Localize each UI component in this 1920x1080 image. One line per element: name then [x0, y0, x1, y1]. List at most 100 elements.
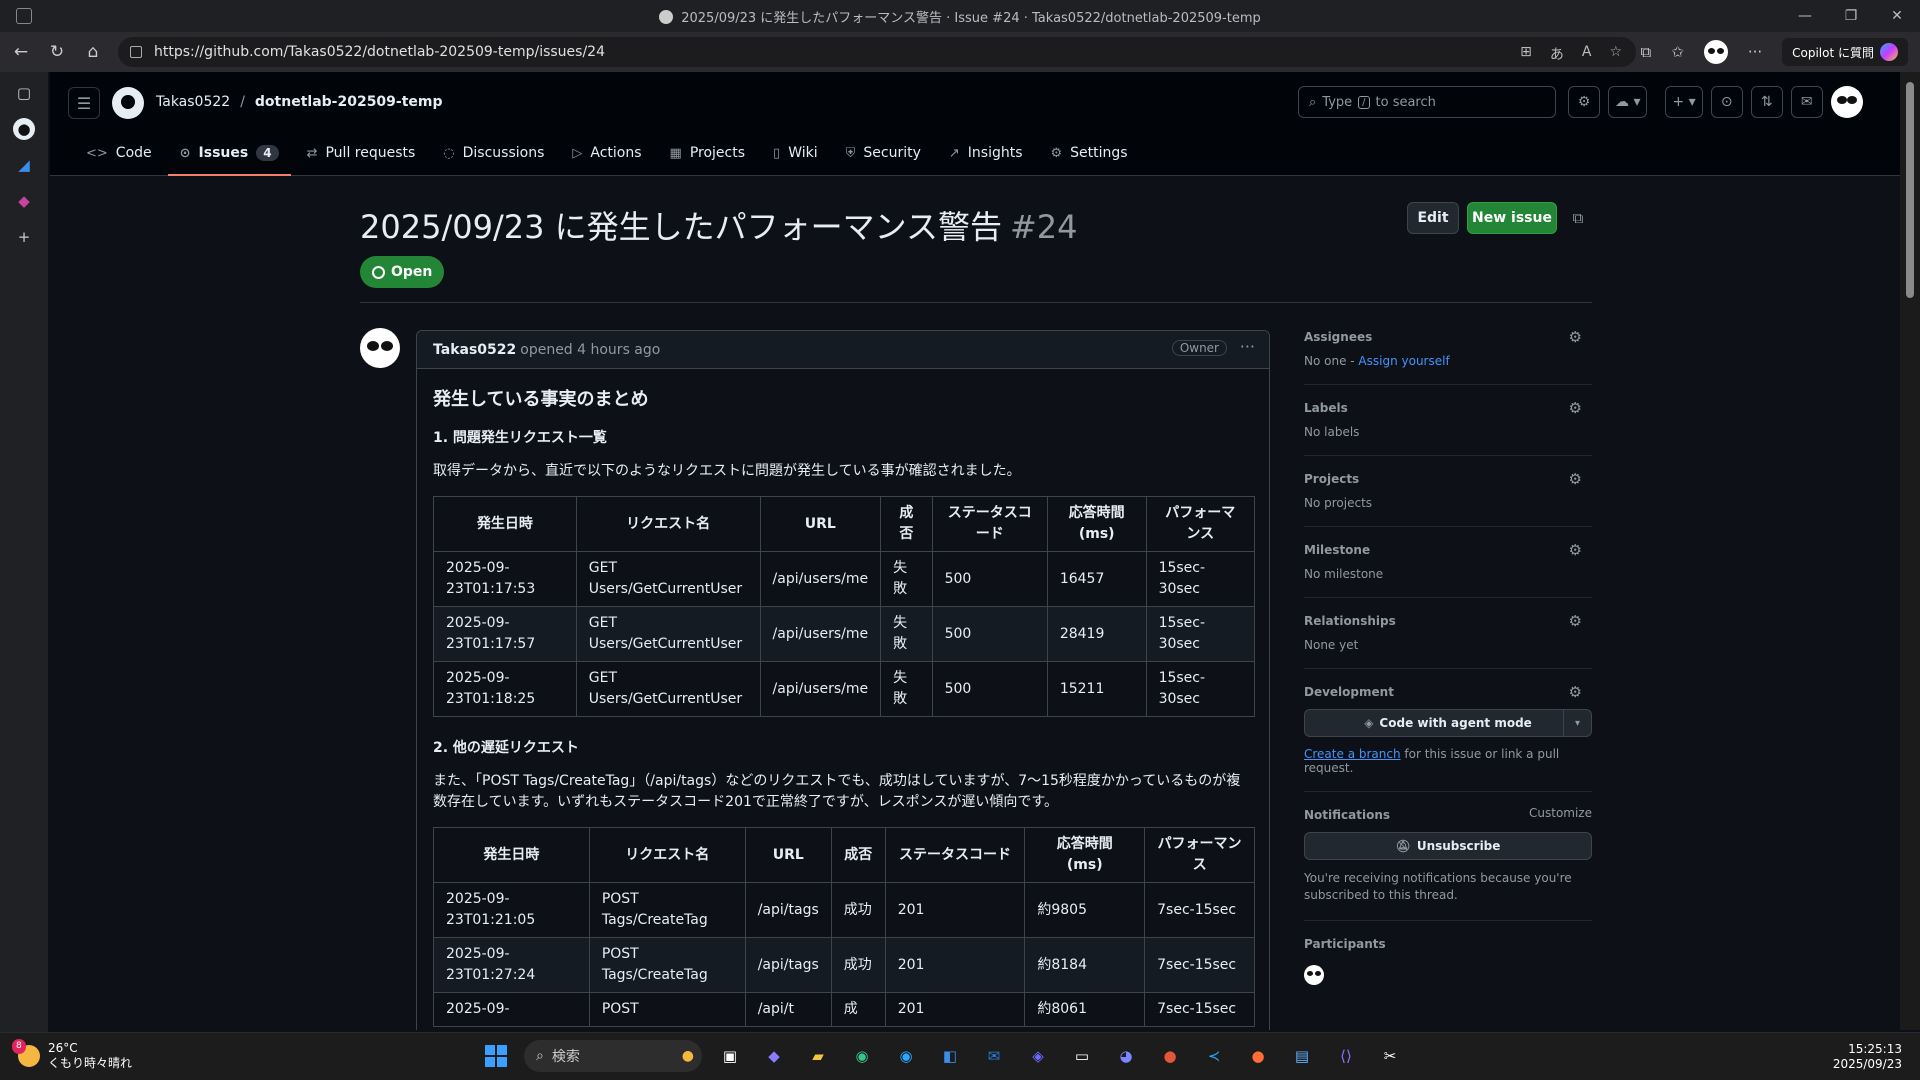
chevron-down-icon[interactable]: ▾ [1563, 710, 1591, 736]
azure-tab-icon[interactable]: ◢ [13, 154, 35, 176]
favorite-star-icon[interactable]: ☆ [1609, 44, 1622, 64]
projects-value: No projects [1304, 496, 1373, 510]
browser-sidebar: ▢ ● ◢ ◆ + [0, 72, 48, 1032]
copilot-icon[interactable]: ⚙ [1568, 86, 1600, 118]
close-button[interactable]: ✕ [1874, 0, 1920, 32]
translate-icon[interactable]: あ [1550, 44, 1564, 64]
tab-pull-requests[interactable]: ⇄ Pull requests [295, 130, 428, 176]
tab-discussions[interactable]: ◌ Discussions [431, 130, 556, 176]
owner-link[interactable]: Takas0522 [156, 94, 230, 110]
restore-button[interactable]: ❐ [1828, 0, 1874, 32]
gear-icon[interactable]: ⚙ [1569, 612, 1582, 630]
file-explorer-icon[interactable]: ▰ [802, 1040, 834, 1072]
terminal-icon[interactable]: ▭ [1066, 1040, 1098, 1072]
tab-label: Insights [967, 145, 1023, 161]
tab-settings[interactable]: ⚙ Settings [1039, 130, 1140, 176]
divider [360, 302, 1592, 303]
participant-avatar[interactable] [1304, 965, 1324, 985]
create-branch-link[interactable]: Create a branch [1304, 747, 1401, 761]
edge-icon[interactable]: ◉ [890, 1040, 922, 1072]
new-issue-button[interactable]: New issue [1467, 202, 1557, 234]
issues-icon[interactable]: ⊙ [1710, 86, 1743, 118]
repo-link[interactable]: dotnetlab-202509-temp [255, 94, 443, 110]
home-button[interactable]: ⌂ [78, 37, 108, 67]
github-logo-icon[interactable] [112, 87, 144, 119]
gear-icon[interactable]: ⚙ [1569, 470, 1582, 488]
system-clock[interactable]: 15:25:13 2025/09/23 [1833, 1042, 1902, 1072]
search-input[interactable]: ⌕ Type / to search [1298, 86, 1556, 118]
profile-avatar[interactable] [1703, 40, 1728, 64]
create-new-icon[interactable]: + ▾ [1665, 86, 1703, 118]
code-with-agent-button[interactable]: ◈ Code with agent mode ▾ [1304, 709, 1592, 737]
gear-icon[interactable]: ⚙ [1569, 328, 1582, 346]
tab-actions-icon[interactable]: ▢ [13, 82, 35, 104]
notepad-icon[interactable]: ▤ [1286, 1040, 1318, 1072]
copilot-button[interactable]: Copilot に質問 [1782, 38, 1908, 66]
section-heading: Labels [1304, 401, 1348, 415]
graph-icon: ↗ [948, 145, 960, 161]
outlook-icon[interactable]: ✉ [978, 1040, 1010, 1072]
author-avatar[interactable] [360, 328, 400, 368]
weather-widget[interactable]: 8 26°C くもり時々晴れ [12, 1039, 132, 1071]
edge-preview-icon[interactable]: ◧ [934, 1040, 966, 1072]
inbox-icon[interactable]: ✉ [1790, 86, 1823, 118]
task-view-icon[interactable]: ▣ [714, 1040, 746, 1072]
gear-icon[interactable]: ⚙ [1569, 399, 1582, 417]
customize-link[interactable]: Customize [1529, 806, 1592, 820]
app-tab-icon[interactable]: ◆ [13, 190, 35, 212]
minimize-button[interactable]: — [1782, 0, 1828, 32]
assign-yourself-link[interactable]: Assign yourself [1358, 354, 1449, 368]
refresh-button[interactable]: ↻ [42, 37, 72, 67]
copilot-dropdown-icon[interactable]: ☁ ▾ [1608, 86, 1648, 118]
github-tab-icon[interactable]: ● [13, 118, 35, 140]
page-scrollbar[interactable] [1900, 72, 1920, 1030]
table-row: 2025-09-23T01:17:53 GET Users/GetCurrent… [433, 551, 1256, 607]
tab-security[interactable]: ⛨ Security [834, 130, 933, 176]
vs-icon[interactable]: ⟨⟩ [1330, 1040, 1362, 1072]
snipping-tool-icon[interactable]: ✂ [1374, 1040, 1406, 1072]
more-menu-icon[interactable]: ··· [1748, 43, 1762, 61]
m365-icon[interactable]: ◈ [1022, 1040, 1054, 1072]
tab-label: Actions [590, 145, 642, 161]
postman-icon[interactable]: ● [1242, 1040, 1274, 1072]
table-cell: 成功 [830, 937, 886, 993]
taskbar-search[interactable]: ⌕ 検索 ● [524, 1040, 702, 1072]
edit-button[interactable]: Edit [1407, 202, 1459, 234]
hamburger-menu-icon[interactable]: ☰ [68, 87, 100, 119]
start-button[interactable] [480, 1040, 512, 1072]
discord-icon[interactable]: ◕ [1110, 1040, 1142, 1072]
url-field[interactable]: https://github.com/Takas0522/dotnetlab-2… [118, 37, 1636, 67]
site-info-icon[interactable] [130, 46, 142, 58]
unsubscribe-button[interactable]: 🔕︎ Unsubscribe [1304, 832, 1592, 860]
add-tab-icon[interactable]: + [13, 226, 35, 248]
extensions-icon[interactable]: ⧉ [1641, 43, 1652, 61]
tab-code[interactable]: <> Code [74, 130, 164, 176]
copy-link-icon[interactable]: ⧉ [1566, 206, 1590, 230]
tab-insights[interactable]: ↗ Insights [937, 130, 1035, 176]
kebab-menu-icon[interactable]: ··· [1240, 337, 1255, 356]
gear-icon[interactable]: ⚙ [1569, 683, 1582, 701]
powerpoint-icon[interactable]: ● [1154, 1040, 1186, 1072]
edge-dev-icon[interactable]: ◉ [846, 1040, 878, 1072]
column-header: パフォーマンス [1145, 496, 1256, 552]
copilot-app-icon[interactable]: ◆ [758, 1040, 790, 1072]
favorites-icon[interactable]: ✩ [1671, 43, 1684, 61]
back-button[interactable]: ← [6, 37, 36, 67]
gear-icon[interactable]: ⚙ [1569, 541, 1582, 559]
user-avatar[interactable] [1830, 86, 1863, 118]
scrollbar-thumb[interactable] [1906, 82, 1914, 298]
vscode-icon[interactable]: ≺ [1198, 1040, 1230, 1072]
tab-actions[interactable]: ▷ Actions [560, 130, 653, 176]
labels-section: Labels ⚙ No labels [1304, 399, 1592, 456]
tab-projects[interactable]: ▦ Projects [658, 130, 758, 176]
tab-issues[interactable]: ⊙ Issues 4 [167, 130, 291, 176]
tab-wiki[interactable]: ▯ Wiki [761, 130, 830, 176]
author-link[interactable]: Takas0522 [433, 342, 516, 358]
table-cell: 2025-09-23T01:17:53 [433, 551, 577, 607]
column-header: パフォーマンス [1144, 827, 1255, 883]
app-available-icon[interactable]: ⊞ [1520, 44, 1532, 64]
workspaces-icon[interactable] [16, 8, 32, 24]
pull-requests-icon[interactable]: ⇅ [1750, 86, 1783, 118]
read-aloud-icon[interactable]: A [1582, 44, 1592, 64]
column-header: ステータスコード [931, 496, 1048, 552]
